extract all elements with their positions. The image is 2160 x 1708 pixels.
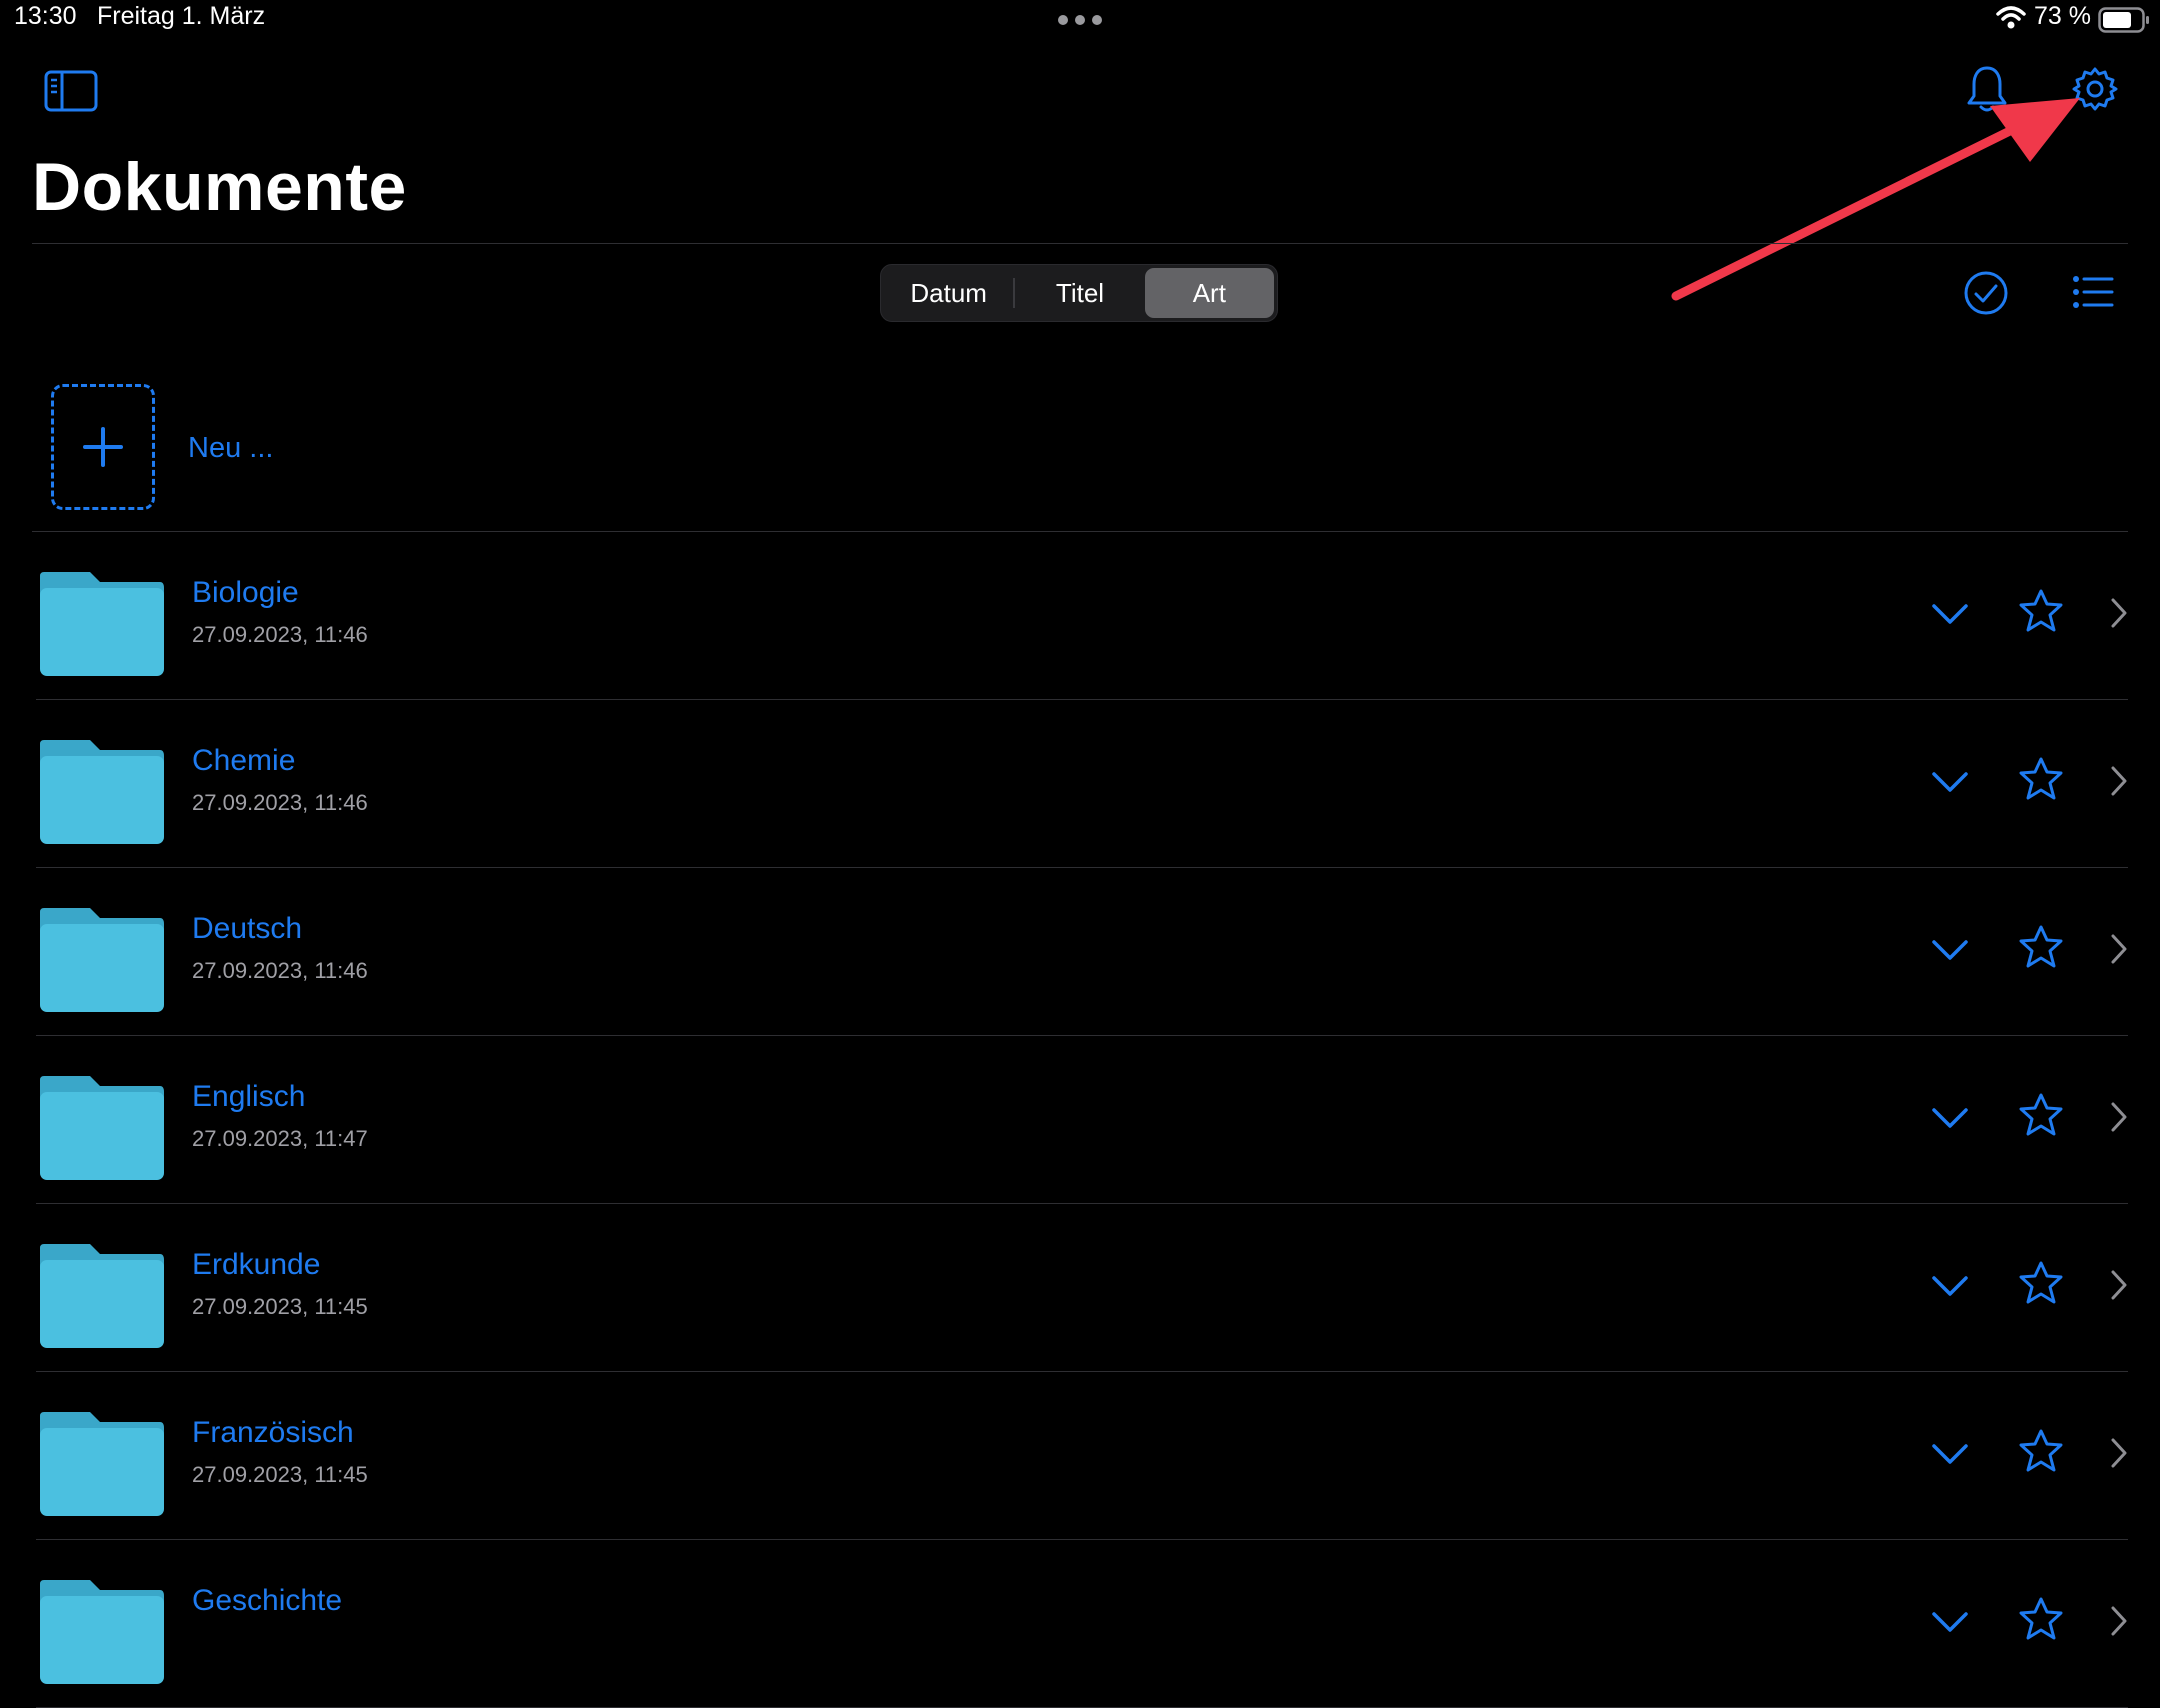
chevron-down-icon[interactable] <box>1930 600 1970 628</box>
folder-row[interactable]: Biologie 27.09.2023, 11:46 <box>0 532 2160 700</box>
chevron-right-icon[interactable] <box>2108 764 2130 798</box>
folder-title[interactable]: Chemie <box>192 744 295 778</box>
chevron-down-icon[interactable] <box>1930 768 1970 796</box>
sort-option-datum[interactable]: Datum <box>884 268 1013 318</box>
star-icon[interactable] <box>2018 588 2064 634</box>
folder-date: 27.09.2023, 11:46 <box>192 790 368 815</box>
folder-icon <box>40 1244 164 1348</box>
folder-date: 27.09.2023, 11:45 <box>192 1294 368 1319</box>
folder-row[interactable]: Englisch 27.09.2023, 11:47 <box>0 1036 2160 1204</box>
chevron-down-icon[interactable] <box>1930 936 1970 964</box>
star-icon[interactable] <box>2018 1092 2064 1138</box>
folder-row[interactable]: Erdkunde 27.09.2023, 11:45 <box>0 1204 2160 1372</box>
folder-icon <box>40 908 164 1012</box>
status-date: Freitag 1. März <box>97 2 266 30</box>
sort-segmented-control[interactable]: Datum Titel Art <box>880 264 1278 322</box>
page-title: Dokumente <box>32 149 407 225</box>
folder-row[interactable]: Geschichte <box>0 1540 2160 1708</box>
star-icon[interactable] <box>2018 756 2064 802</box>
folder-icon <box>40 1076 164 1180</box>
folder-date: 27.09.2023, 11:46 <box>192 622 368 647</box>
battery-icon <box>2098 7 2149 33</box>
chevron-down-icon[interactable] <box>1930 1272 1970 1300</box>
sort-option-titel[interactable]: Titel <box>1015 268 1144 318</box>
star-icon[interactable] <box>2018 1596 2064 1642</box>
wifi-icon <box>1996 6 2026 29</box>
folder-row[interactable]: Chemie 27.09.2023, 11:46 <box>0 700 2160 868</box>
folder-title[interactable]: Französisch <box>192 1416 354 1450</box>
folder-row[interactable]: Französisch 27.09.2023, 11:45 <box>0 1372 2160 1540</box>
multitasking-dots-icon[interactable] <box>1057 10 1103 30</box>
chevron-down-icon[interactable] <box>1930 1104 1970 1132</box>
header-divider <box>32 243 2128 244</box>
checkmark-circle-icon[interactable] <box>1963 270 2009 316</box>
folder-icon <box>40 740 164 844</box>
folder-title[interactable]: Biologie <box>192 576 299 610</box>
folder-date: 27.09.2023, 11:47 <box>192 1126 368 1151</box>
folder-title[interactable]: Deutsch <box>192 912 302 946</box>
chevron-right-icon[interactable] <box>2108 932 2130 966</box>
new-document-button[interactable] <box>51 384 155 510</box>
folder-icon <box>40 1580 164 1684</box>
folder-title[interactable]: Erdkunde <box>192 1248 320 1282</box>
new-document-label[interactable]: Neu ... <box>188 432 273 465</box>
chevron-down-icon[interactable] <box>1930 1440 1970 1468</box>
folder-date: 27.09.2023, 11:45 <box>192 1462 368 1487</box>
chevron-down-icon[interactable] <box>1930 1608 1970 1636</box>
chevron-right-icon[interactable] <box>2108 596 2130 630</box>
star-icon[interactable] <box>2018 924 2064 970</box>
folder-icon <box>40 572 164 676</box>
battery-percentage: 73 % <box>2034 2 2091 30</box>
list-icon[interactable] <box>2072 274 2114 310</box>
folder-icon <box>40 1412 164 1516</box>
star-icon[interactable] <box>2018 1428 2064 1474</box>
annotation-arrow <box>1671 98 2080 301</box>
star-icon[interactable] <box>2018 1260 2064 1306</box>
folder-row[interactable]: Deutsch 27.09.2023, 11:46 <box>0 868 2160 1036</box>
folder-title[interactable]: Englisch <box>192 1080 305 1114</box>
chevron-right-icon[interactable] <box>2108 1604 2130 1638</box>
sidebar-toggle-icon[interactable] <box>44 70 98 112</box>
folder-title[interactable]: Geschichte <box>192 1584 342 1618</box>
sort-option-art[interactable]: Art <box>1144 268 1274 318</box>
chevron-right-icon[interactable] <box>2108 1100 2130 1134</box>
folder-date: 27.09.2023, 11:46 <box>192 958 368 983</box>
status-time: 13:30 <box>14 2 77 30</box>
chevron-right-icon[interactable] <box>2108 1268 2130 1302</box>
chevron-right-icon[interactable] <box>2108 1436 2130 1470</box>
plus-icon <box>83 427 123 467</box>
